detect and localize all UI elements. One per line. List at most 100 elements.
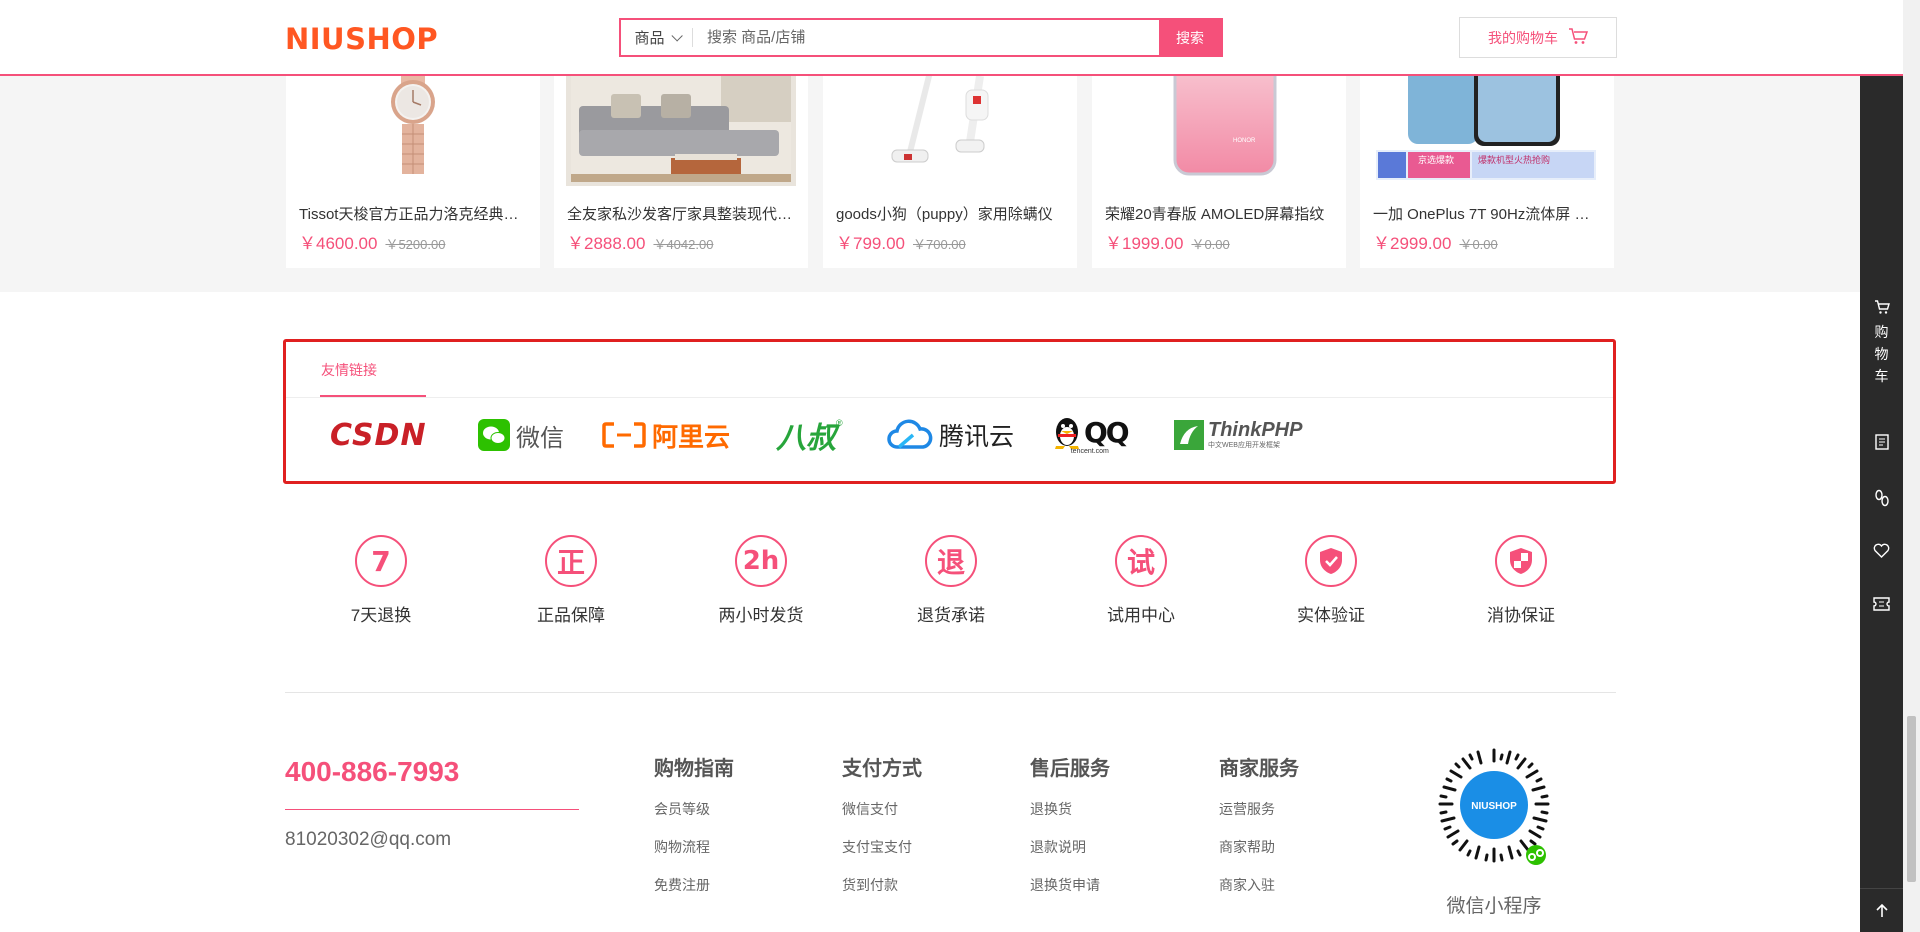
page: Tissot天梭官方正品力洛克经典系列 ￥4600.00 ￥5200.00 全友… [0,0,1920,932]
footer-column-after-sales: 售后服务 退换货 退款说明 退换货申请 [1030,752,1110,913]
product-image-oneplus-phone[interactable]: 京选爆款 爆款机型火热抢购 [1372,76,1602,186]
product-image-honor-phone[interactable]: HONOR [1104,76,1334,186]
divider [285,692,1616,693]
footer-column-title: 购物指南 [654,758,734,780]
service-label: 试用中心 [1107,606,1175,625]
page-scrollbar[interactable] [1903,0,1920,932]
footer-link[interactable]: 退换货申请 [1030,875,1110,895]
product-price: ￥1999.00 [1105,234,1184,253]
bashu-logo-text: 八叔 [776,422,836,455]
back-to-top-button[interactable] [1860,888,1903,932]
product-name[interactable]: Tissot天梭官方正品力洛克经典系列 [299,203,529,224]
product-price: ￥2999.00 [1373,234,1452,253]
footer-link[interactable]: 会员等级 [654,799,734,819]
search-category-select[interactable]: 商品 [621,28,693,47]
link-qq[interactable]: QQ tencent.com [1052,410,1130,460]
product-image-vacuum[interactable] [835,76,1065,186]
csdn-logo-text: CSDN [330,417,427,453]
my-cart-label: 我的购物车 [1488,29,1558,46]
product-prices: ￥1999.00 ￥0.00 [1105,229,1230,254]
link-bashu[interactable]: 八叔 ® [776,410,843,460]
product-original-price: ￥4042.00 [653,237,714,252]
shield-check-icon [1305,535,1357,587]
search-input[interactable] [693,20,1159,55]
wechat-icon [478,419,510,451]
phone-underline [285,809,579,810]
link-csdn[interactable]: CSDN [330,410,427,460]
product-price: ￥2888.00 [567,234,646,253]
product-card[interactable]: HONOR 荣耀20青春版 AMOLED屏幕指纹 ￥1999.00 ￥0.00 [1092,76,1346,268]
product-prices: ￥799.00 ￥700.00 [836,229,966,254]
product-image-watch[interactable] [298,76,528,186]
product-card[interactable]: goods小狗（puppy）家用除螨仪 ￥799.00 ￥700.00 [823,76,1077,268]
footer-link[interactable]: 支付宝支付 [842,837,922,857]
service-label: 正品保障 [537,606,605,625]
service-item[interactable]: 退 退货承诺 [891,535,1011,626]
link-thinkphp[interactable]: ThinkPHP 中文WEB应用开发框架 [1174,410,1302,460]
footer-link[interactable]: 退换货 [1030,799,1110,819]
footer-column-merchant: 商家服务 运营服务 商家帮助 商家入驻 [1219,752,1299,913]
service-item[interactable]: 消协保证 [1461,535,1581,626]
product-card[interactable]: 京选爆款 爆款机型火热抢购 一加 OnePlus 7T 90Hz流体屏 骁龙85… [1360,76,1614,268]
mini-program-label: 微信小程序 [1446,896,1542,917]
footer-link[interactable]: 购物流程 [654,837,734,857]
toolbar-footprint[interactable] [1860,489,1903,507]
search-bar: 商品 搜索 [619,18,1223,57]
product-name[interactable]: 荣耀20青春版 AMOLED屏幕指纹 [1105,203,1335,224]
toolbar-cart[interactable]: 购物车 [1860,300,1903,387]
service-label: 实体验证 [1297,606,1365,625]
qq-logo-text: QQ [1084,416,1130,449]
footprint-icon [1874,489,1889,507]
tab-friendly-links[interactable]: 友情链接 [321,360,377,380]
product-name[interactable]: goods小狗（puppy）家用除螨仪 [836,203,1066,224]
product-original-price: ￥5200.00 [385,237,446,252]
product-price: ￥799.00 [836,234,905,253]
cart-icon [1568,27,1589,48]
product-prices: ￥2999.00 ￥0.00 [1373,229,1498,254]
link-wechat[interactable]: 微信 [478,410,564,460]
scrollbar-thumb[interactable] [1907,716,1916,882]
service-item[interactable]: 2h 两小时发货 [701,535,821,626]
toolbar-orders[interactable] [1860,434,1903,450]
service-label: 7天退换 [350,606,412,625]
my-cart-button[interactable]: 我的购物车 [1459,17,1617,58]
service-item[interactable]: 正 正品保障 [511,535,631,626]
right-toolbar: 购物车 [1860,76,1903,932]
trial-center-icon: 试 [1115,535,1167,587]
service-item[interactable]: 7 7天退换 [321,535,441,626]
service-item[interactable]: 试 试用中心 [1081,535,1201,626]
search-button[interactable]: 搜索 [1159,20,1221,55]
product-name[interactable]: 一加 OnePlus 7T 90Hz流体屏 骁龙855 [1373,203,1603,224]
aliyun-icon [602,422,646,448]
footer-link[interactable]: 商家帮助 [1219,837,1299,857]
footer-link[interactable]: 商家入驻 [1219,875,1299,895]
qr-logo-text: NIUSHOP [1471,801,1517,812]
product-original-price: ￥0.00 [1459,237,1498,252]
tencent-cloud-logo-text: 腾讯云 [939,423,1015,451]
footer-column-title: 支付方式 [842,758,922,780]
toolbar-favorites[interactable] [1860,543,1903,558]
shield-icon [1495,535,1547,587]
footer-link[interactable]: 货到付款 [842,875,922,895]
footer-link[interactable]: 微信支付 [842,799,922,819]
link-tencent-cloud[interactable]: 腾讯云 [887,410,1014,460]
service-email[interactable]: 81020302@qq.com [285,829,451,851]
two-hour-shipping-icon: 2h [735,535,787,587]
toolbar-coupons[interactable] [1860,597,1903,611]
link-aliyun[interactable]: 阿里云 [602,410,730,460]
service-item[interactable]: 实体验证 [1271,535,1391,626]
site-logo[interactable]: NIUSHOP [285,22,438,56]
banner-text: 京选爆款 [1418,154,1454,166]
product-card[interactable]: Tissot天梭官方正品力洛克经典系列 ￥4600.00 ￥5200.00 [286,76,540,268]
seven-day-return-icon: 7 [355,535,407,587]
footer-link[interactable]: 运营服务 [1219,799,1299,819]
cart-icon [1874,300,1890,314]
footer-link[interactable]: 免费注册 [654,875,734,895]
product-image-sofa[interactable] [566,76,796,186]
thinkphp-icon [1174,420,1204,450]
heart-icon [1873,543,1890,558]
product-card[interactable]: 全友家私沙发客厅家具整装现代简约 ￥2888.00 ￥4042.00 [554,76,808,268]
thinkphp-logo-subtext: 中文WEB应用开发框架 [1208,442,1280,449]
product-name[interactable]: 全友家私沙发客厅家具整装现代简约 [567,203,797,224]
footer-link[interactable]: 退款说明 [1030,837,1110,857]
